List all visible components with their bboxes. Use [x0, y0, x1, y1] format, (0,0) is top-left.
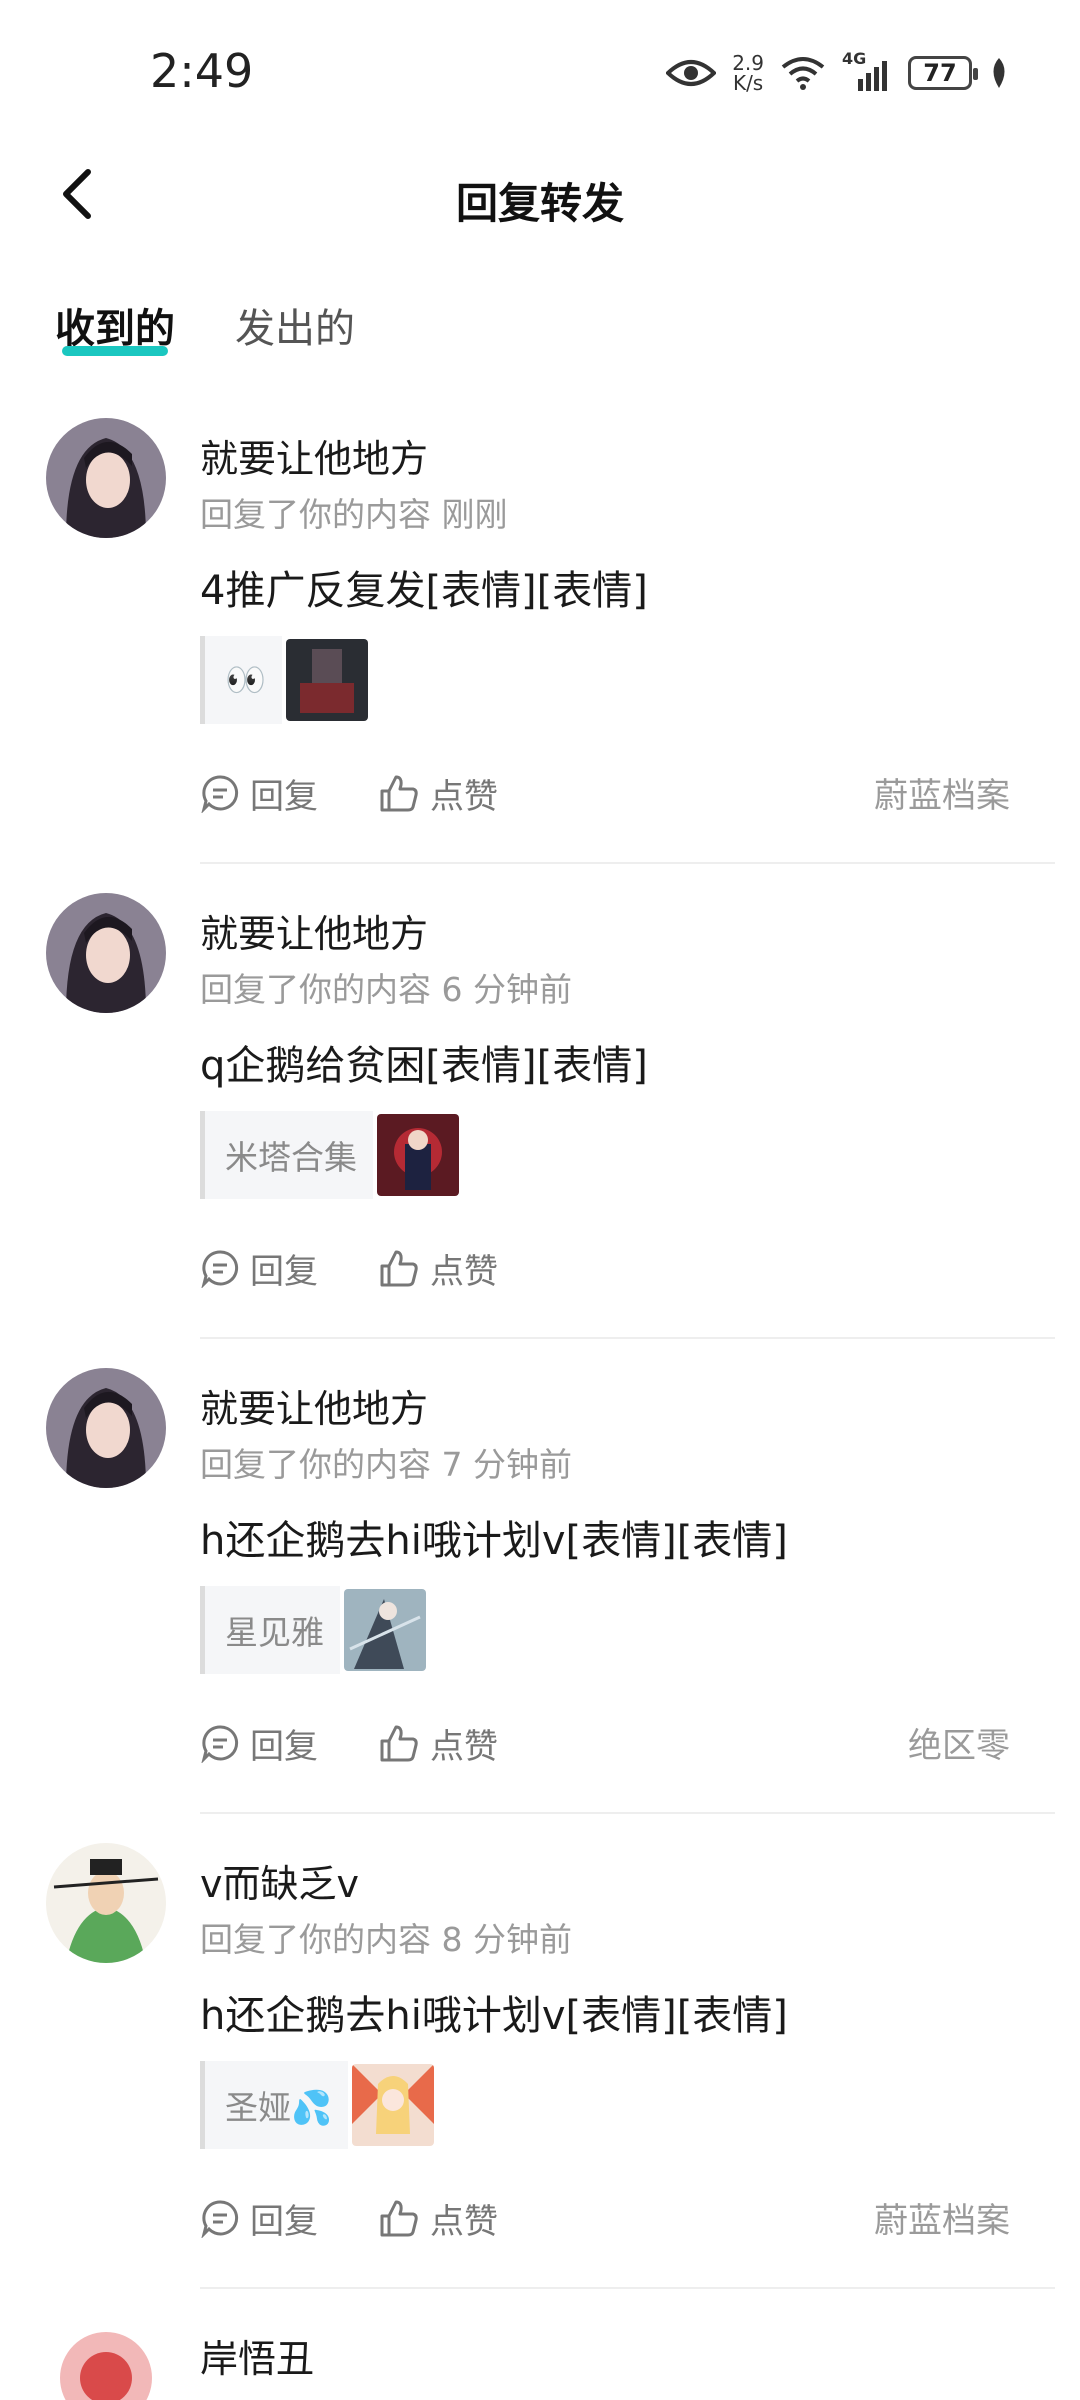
thumbs-up-icon	[380, 1250, 418, 1287]
divider	[200, 1812, 1055, 1814]
referenced-post-text: 👀	[200, 636, 283, 724]
reply-content: 4推广反复发[表情][表情]	[200, 568, 648, 614]
user-name[interactable]: 岸悟丑	[200, 2328, 314, 2383]
user-name[interactable]: v而缺乏v	[200, 1853, 359, 1908]
reply-content: h还企鹅去hi哦计划v[表情][表情]	[200, 1518, 788, 1564]
reply-button[interactable]: 回复	[200, 1244, 318, 1293]
referenced-post[interactable]: 星见雅	[200, 1586, 426, 1674]
active-tab-indicator	[62, 346, 168, 356]
list-item[interactable]: 就要让他地方 回复了你的内容 7 分钟前 h还企鹅去hi哦计划v[表情][表情]…	[0, 1368, 1080, 1843]
like-button[interactable]: 点赞	[378, 1244, 498, 1293]
referenced-post-text: 圣娅💦	[200, 2061, 349, 2149]
comment-icon	[201, 1250, 239, 1288]
user-name[interactable]: 就要让他地方	[200, 1378, 428, 1433]
thumbs-up-icon	[380, 775, 418, 812]
post-thumbnail	[377, 1114, 459, 1196]
reply-content: q企鹅给贫困[表情][表情]	[200, 1043, 648, 1089]
comment-icon	[201, 1725, 239, 1763]
status-icons: 2.9 K/s 4G 77	[666, 48, 1010, 98]
divider	[200, 1337, 1055, 1339]
avatar[interactable]	[46, 1843, 166, 1963]
comment-icon	[201, 775, 239, 813]
post-thumbnail	[286, 639, 369, 721]
avatar[interactable]	[46, 1368, 166, 1488]
reply-button[interactable]: 回复	[200, 1719, 318, 1768]
referenced-post-text: 米塔合集	[200, 1111, 373, 1199]
reply-meta: 回复了你的内容 8 分钟前	[200, 1920, 572, 1959]
page-title: 回复转发	[455, 179, 624, 228]
battery-indicator: 77	[908, 56, 978, 90]
divider	[200, 2287, 1055, 2289]
like-button[interactable]: 点赞	[378, 769, 498, 818]
tab-bar: 收到的 发出的	[0, 290, 1080, 380]
source-tag[interactable]: 蔚蓝档案	[874, 768, 1010, 817]
reply-meta: 回复了你的内容 7 分钟前	[200, 1445, 572, 1484]
action-bar: 回复 点赞	[200, 2193, 558, 2243]
reply-button[interactable]: 回复	[200, 769, 318, 818]
avatar[interactable]	[46, 2318, 166, 2400]
signal-icon: 4G	[842, 49, 892, 91]
post-thumbnail	[344, 1589, 426, 1671]
referenced-post[interactable]: 米塔合集	[200, 1111, 459, 1199]
user-name[interactable]: 就要让他地方	[200, 903, 428, 958]
avatar[interactable]	[46, 893, 166, 1013]
referenced-post[interactable]: 👀	[200, 636, 369, 724]
list-item[interactable]: 就要让他地方 回复了你的内容 刚刚 4推广反复发[表情][表情] 👀 回复 点赞…	[0, 418, 1080, 893]
referenced-post-text: 星见雅	[200, 1586, 340, 1674]
reply-meta: 回复了你的内容 6 分钟前	[200, 970, 572, 1009]
reply-button[interactable]: 回复	[200, 2194, 318, 2243]
reply-meta: 回复了你的内容 刚刚	[200, 495, 508, 534]
source-tag[interactable]: 蔚蓝档案	[874, 2193, 1010, 2242]
status-time: 2:49	[150, 44, 254, 98]
action-bar: 回复 点赞	[200, 768, 558, 818]
source-tag[interactable]: 绝区零	[908, 1718, 1010, 1767]
divider	[200, 862, 1055, 864]
referenced-post[interactable]: 圣娅💦	[200, 2061, 435, 2149]
avatar[interactable]	[46, 418, 166, 538]
comment-icon	[201, 2200, 239, 2238]
status-bar: 2:49 2.9 K/s 4G 77	[0, 0, 1080, 140]
top-bar: 回复转发	[0, 140, 1080, 250]
eye-icon	[666, 60, 717, 86]
thumbs-up-icon	[380, 1725, 418, 1762]
reply-content: h还企鹅去hi哦计划v[表情][表情]	[200, 1993, 788, 2039]
list-item[interactable]: v而缺乏v 回复了你的内容 8 分钟前 h还企鹅去hi哦计划v[表情][表情] …	[0, 1843, 1080, 2318]
list-item[interactable]: 就要让他地方 回复了你的内容 6 分钟前 q企鹅给贫困[表情][表情] 米塔合集…	[0, 893, 1080, 1368]
like-button[interactable]: 点赞	[378, 1719, 498, 1768]
user-name[interactable]: 就要让他地方	[200, 428, 428, 483]
wifi-icon	[781, 57, 825, 90]
thumbs-up-icon	[380, 2200, 418, 2237]
action-bar: 回复 点赞	[200, 1243, 558, 1293]
network-speed: 2.9 K/s	[732, 51, 764, 95]
post-thumbnail	[352, 2064, 435, 2146]
action-bar: 回复 点赞	[200, 1718, 558, 1768]
leaf-icon	[993, 58, 1005, 88]
list-item[interactable]: 岸悟丑	[0, 2318, 1080, 2400]
tab-sent[interactable]: 发出的	[235, 296, 355, 354]
like-button[interactable]: 点赞	[378, 2194, 498, 2243]
